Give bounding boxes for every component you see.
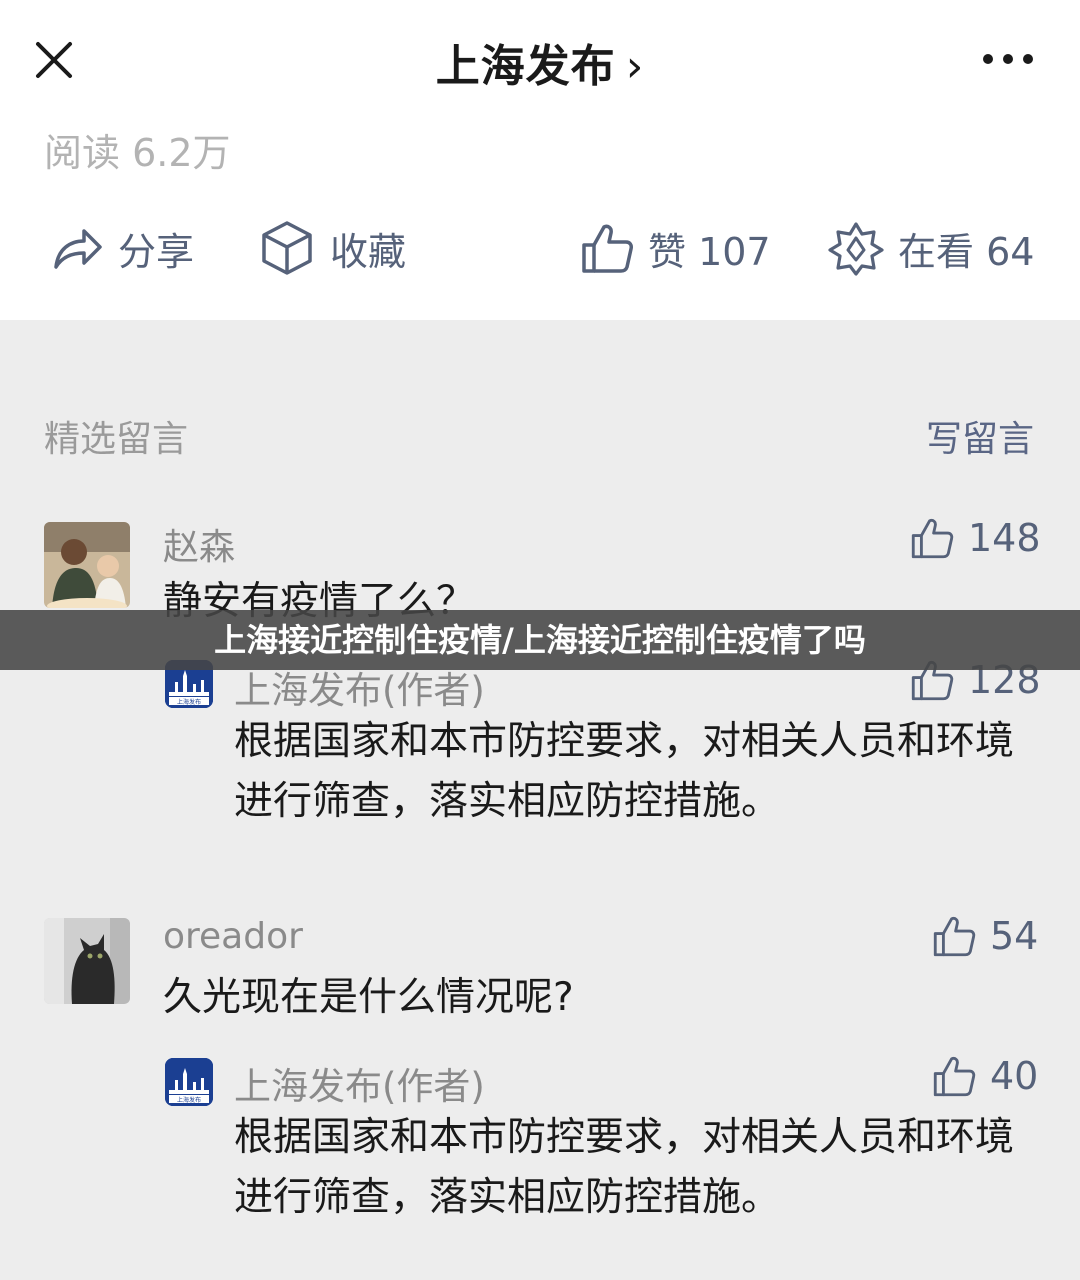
reply-like-count: 40 (990, 1054, 1039, 1098)
watching-label: 在看 64 (898, 229, 1035, 274)
commenter-name: 赵森 (163, 527, 236, 568)
read-count: 阅读 6.2万 (44, 131, 231, 175)
reply-author: 上海发布(作者) (234, 1065, 485, 1108)
thumbs-up-icon (582, 224, 633, 273)
logo-caption: 上海发布 (177, 698, 201, 706)
comment-like-button[interactable]: 148 (910, 516, 1041, 560)
featured-comments-heading: 精选留言 (44, 419, 189, 460)
logo-caption: 上海发布 (177, 1096, 201, 1104)
comment-like-count: 54 (990, 914, 1039, 958)
account-title[interactable]: 上海发布 › (0, 30, 1080, 94)
avatar[interactable] (44, 522, 130, 608)
account-name: 上海发布 (435, 41, 616, 92)
commenter-name: oreador (163, 916, 303, 957)
reply-like-button[interactable]: 40 (932, 1054, 1038, 1098)
comment-text: 久光现在是什么情况呢? (163, 975, 574, 1020)
article-header-panel: 上海发布 › 阅读 6.2万 分享 收藏 赞 107 在看 64 (0, 0, 1080, 320)
thumbs-up-icon (933, 1056, 976, 1097)
cube-icon (262, 221, 312, 275)
share-button[interactable]: 分享 (50, 218, 194, 278)
like-button[interactable]: 赞 107 (580, 218, 771, 278)
watching-button[interactable]: 在看 64 (828, 218, 1034, 278)
comment-like-count: 148 (968, 516, 1041, 560)
avatar[interactable] (44, 918, 130, 1004)
thumbs-up-icon (933, 916, 976, 957)
share-label: 分享 (118, 229, 195, 274)
author-logo: 上海发布 (165, 1058, 213, 1106)
comment-like-button[interactable]: 54 (932, 914, 1038, 958)
like-label: 赞 107 (648, 229, 771, 274)
share-icon (54, 229, 102, 269)
favorite-button[interactable]: 收藏 (258, 218, 406, 278)
thumbs-up-icon (911, 518, 954, 559)
favorite-label: 收藏 (330, 229, 407, 274)
headline-banner: 上海接近控制住疫情/上海接近控制住疫情了吗 (0, 610, 1080, 670)
chevron-right-icon: › (625, 41, 645, 92)
reply-text: 根据国家和本市防控要求，对相关人员和环境进行筛查，落实相应防控措施。 (234, 1115, 1015, 1220)
sparkle-star-icon (828, 222, 884, 276)
more-options-icon[interactable] (982, 48, 1034, 70)
reply-text: 根据国家和本市防控要求，对相关人员和环境进行筛查，落实相应防控措施。 (234, 719, 1015, 824)
write-comment-link[interactable]: 写留言 (926, 410, 1034, 462)
